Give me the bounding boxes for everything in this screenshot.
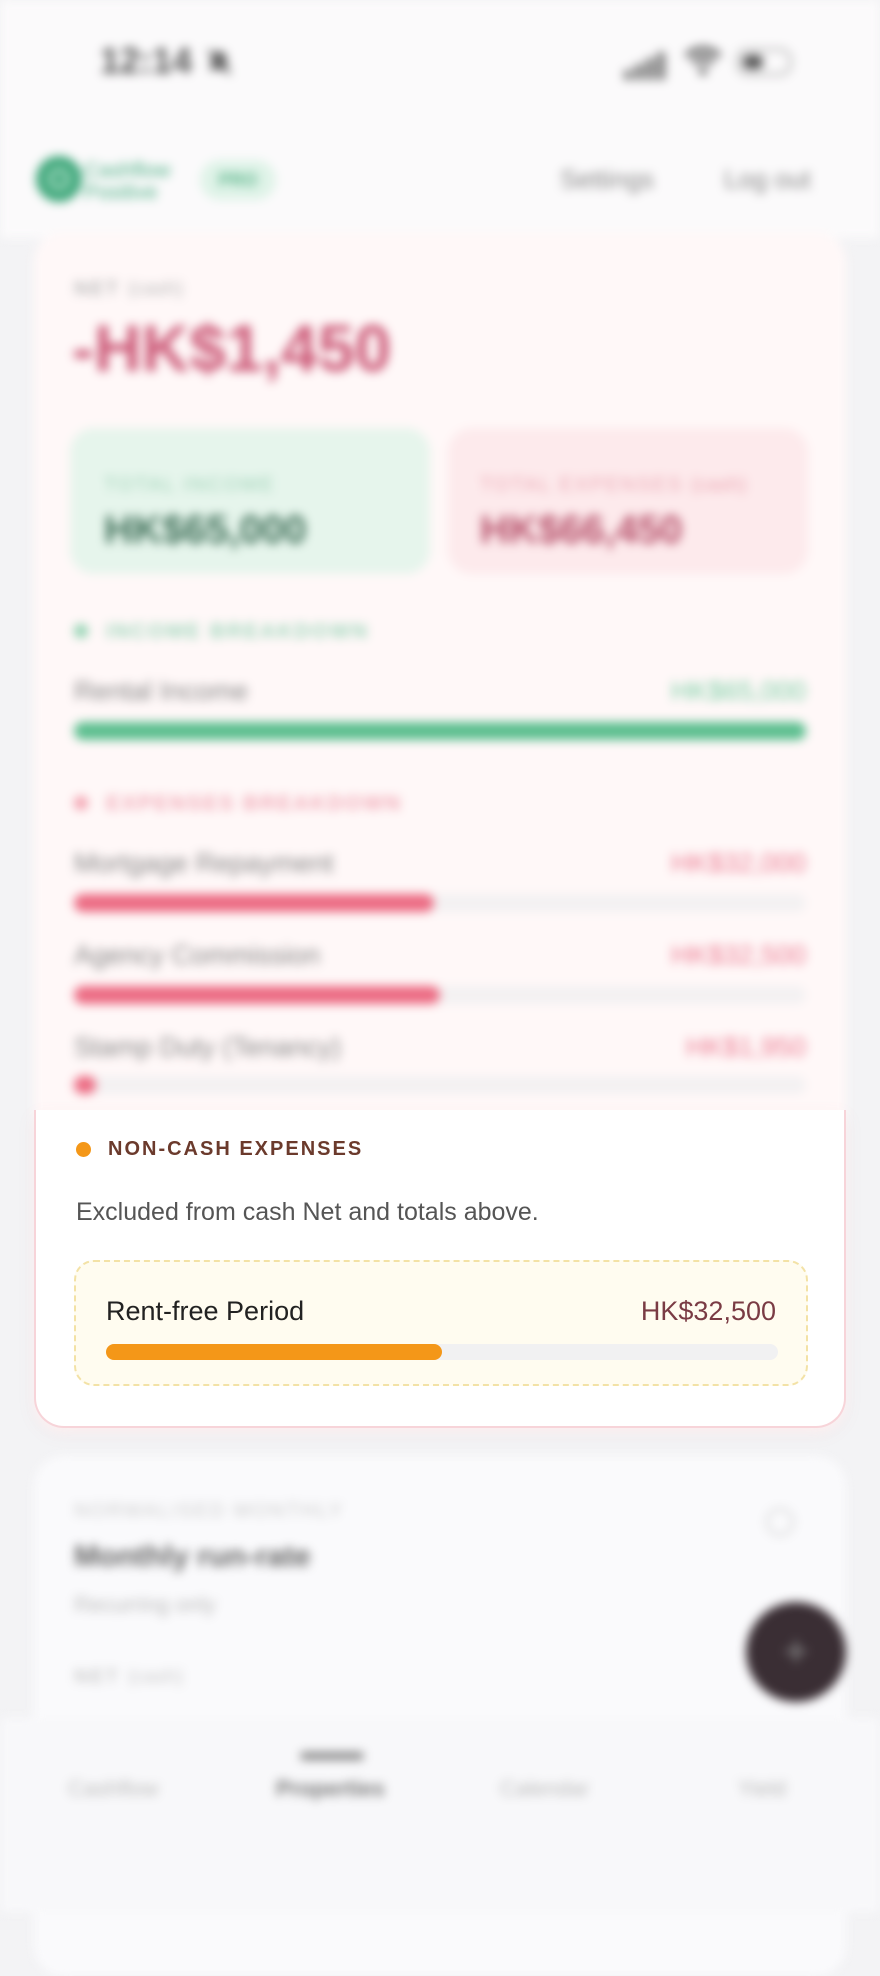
brand-name: Cashflow Positive xyxy=(84,160,170,204)
expense-item-bar xyxy=(74,1076,96,1094)
wifi-icon xyxy=(684,46,722,75)
tab-bar xyxy=(0,1718,880,1912)
expense-item-name: Stamp Duty (Tenancy) xyxy=(74,1032,342,1062)
logo-icon[interactable] xyxy=(36,156,82,202)
tab-yield[interactable]: Yield xyxy=(738,1776,786,1802)
battery-icon xyxy=(736,48,792,76)
expense-item-value: HK$32,000 xyxy=(670,848,806,878)
income-breakdown-title: INCOME BREAKDOWN xyxy=(106,620,369,643)
non-cash-expenses-card: NON-CASH EXPENSES Excluded from cash Net… xyxy=(34,1110,846,1428)
net-label: NET (cash) xyxy=(74,278,183,301)
expenses-breakdown-title: EXPENSES BREAKDOWN xyxy=(106,792,403,815)
total-expenses-label-text: TOTAL EXPENSES xyxy=(480,474,684,496)
normalised-eyebrow: NORMALISED MONTHLY xyxy=(74,1500,345,1522)
tab-properties[interactable]: Properties xyxy=(276,1776,385,1802)
tab-active-indicator xyxy=(300,1752,364,1760)
plus-icon: + xyxy=(783,1627,809,1676)
income-item-value: HK$65,000 xyxy=(670,676,806,706)
non-cash-description: Excluded from cash Net and totals above. xyxy=(76,1198,539,1226)
net-label-sub: (cash) xyxy=(127,278,184,300)
expense-item-value: HK$32,500 xyxy=(670,940,806,970)
tab-cashflow[interactable]: Cashflow xyxy=(68,1776,158,1802)
blurred-background: 12:14 Cashflow Positive PRO Settings Log… xyxy=(0,0,880,1976)
status-time: 12:14 xyxy=(100,40,193,81)
expense-item-value: HK$1,950 xyxy=(685,1032,806,1062)
non-cash-item: Rent-free Period HK$32,500 xyxy=(74,1260,808,1386)
signal-icon xyxy=(624,52,668,80)
info-icon[interactable] xyxy=(766,1508,794,1536)
expense-item-track xyxy=(74,986,806,1004)
bell-slash-icon xyxy=(206,48,232,76)
normalised-net-label: NET (cash) xyxy=(74,1666,183,1689)
expenses-dot-icon xyxy=(74,796,88,810)
non-cash-item-track xyxy=(106,1344,778,1360)
logout-link[interactable]: Log out xyxy=(724,164,811,195)
normalised-net-label-text: NET xyxy=(74,1666,120,1688)
total-expenses-label: TOTAL EXPENSES (cash) xyxy=(480,474,746,497)
income-item-track xyxy=(74,722,806,740)
add-button[interactable]: + xyxy=(746,1602,846,1702)
total-income-label: TOTAL INCOME xyxy=(104,474,276,496)
settings-link[interactable]: Settings xyxy=(560,164,654,195)
total-income-box: TOTAL INCOME HK$65,000 xyxy=(70,428,430,574)
non-cash-item-bar xyxy=(106,1344,442,1360)
status-bar: 12:14 xyxy=(0,0,880,120)
total-expenses-value: HK$66,450 xyxy=(480,508,683,552)
income-item-bar xyxy=(74,722,806,740)
expense-item-name: Mortgage Repayment xyxy=(74,848,334,878)
net-value: -HK$1,450 xyxy=(72,311,392,385)
brand-line1: Cashflow xyxy=(84,159,171,182)
expense-item-bar xyxy=(74,986,440,1004)
income-item-name: Rental Income xyxy=(74,676,249,706)
total-expenses-label-sub: (cash) xyxy=(690,474,747,496)
expense-item-name: Agency Commission xyxy=(74,940,321,970)
non-cash-item-name: Rent-free Period xyxy=(106,1296,305,1326)
tab-calendar[interactable]: Calendar xyxy=(500,1776,589,1802)
expense-item-track xyxy=(74,1076,806,1094)
net-label-text: NET xyxy=(74,278,120,300)
normalised-title: Monthly run-rate xyxy=(74,1540,311,1573)
non-cash-dot-icon xyxy=(76,1142,91,1157)
normalised-net-label-sub: (cash) xyxy=(127,1666,184,1688)
income-dot-icon xyxy=(74,624,88,638)
expense-item-bar xyxy=(74,894,435,912)
non-cash-title: NON-CASH EXPENSES xyxy=(108,1138,364,1160)
pro-badge: PRO xyxy=(200,160,276,200)
total-expenses-box: TOTAL EXPENSES (cash) HK$66,450 xyxy=(448,428,808,574)
non-cash-item-value: HK$32,500 xyxy=(640,1296,776,1326)
brand-line2: Positive xyxy=(84,181,158,204)
normalised-subtitle: Recurring only xyxy=(74,1592,216,1617)
total-income-value: HK$65,000 xyxy=(104,508,307,552)
expense-item-track xyxy=(74,894,806,912)
